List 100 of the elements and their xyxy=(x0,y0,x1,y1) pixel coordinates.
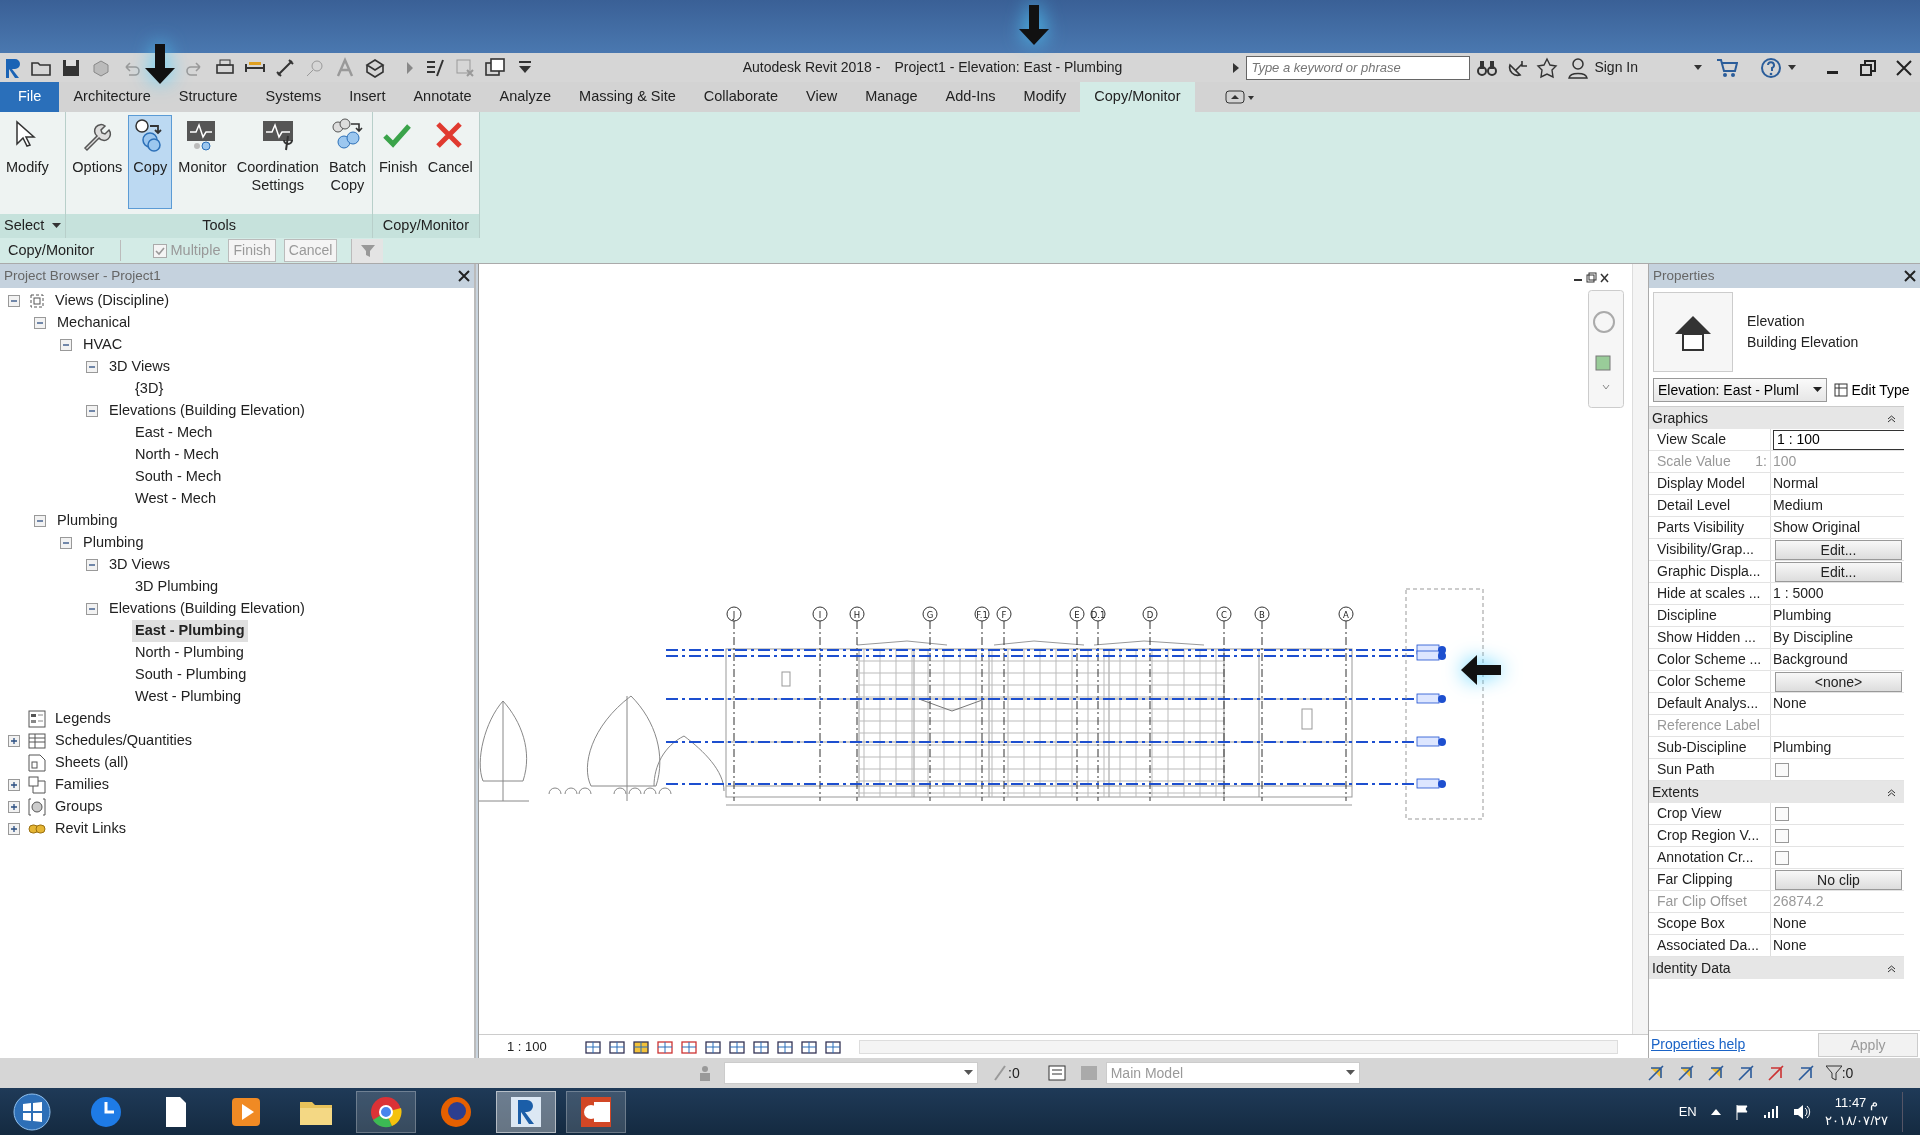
visual-style-icon[interactable] xyxy=(608,1038,625,1055)
tree-item[interactable]: East - Plumbing xyxy=(132,620,248,642)
help-icon[interactable] xyxy=(1760,56,1782,79)
tree-item[interactable]: Sheets (all) xyxy=(52,752,132,774)
tree-item[interactable]: Groups xyxy=(52,796,106,818)
tree-item[interactable]: North - Mech xyxy=(132,444,222,466)
tree-item[interactable]: HVAC xyxy=(80,334,126,356)
tree-item[interactable]: Plumbing xyxy=(54,510,121,532)
collapse-icon[interactable] xyxy=(86,559,98,571)
clock-date[interactable]: ٢٠١٨/٠٧/٢٧ xyxy=(1824,1111,1888,1130)
dimension-icon[interactable] xyxy=(274,56,296,79)
taskbar-app-button[interactable] xyxy=(496,1090,556,1133)
tree-item[interactable]: Mechanical xyxy=(54,312,134,334)
tree-item[interactable]: Schedules/Quantities xyxy=(52,730,196,752)
grid-bubble[interactable]: D xyxy=(1142,606,1158,622)
caret-icon[interactable] xyxy=(1788,64,1796,71)
ribbon-tool-button[interactable]: Finish xyxy=(375,115,422,209)
tree-item[interactable]: Revit Links xyxy=(52,818,129,840)
level-line[interactable] xyxy=(665,650,1446,661)
collapse-icon[interactable] xyxy=(34,317,46,329)
search-field[interactable]: Type a keyword or phrase xyxy=(1246,55,1471,80)
grid-line[interactable] xyxy=(1345,620,1347,802)
tree-item[interactable]: {3D} xyxy=(132,378,167,400)
collapse-chevron-icon[interactable] xyxy=(1887,787,1896,797)
temporary-hide-icon[interactable] xyxy=(728,1038,745,1055)
3d-view-icon[interactable] xyxy=(364,56,386,79)
tree-item[interactable]: 3D Views xyxy=(106,554,173,576)
collapse-icon[interactable] xyxy=(86,361,98,373)
edit-type-button[interactable]: Edit Type xyxy=(1834,379,1910,401)
grid-bubble[interactable]: I xyxy=(812,606,828,622)
tree-item[interactable]: Plumbing xyxy=(80,532,147,554)
grid-line[interactable] xyxy=(733,620,735,802)
ribbon-tool-button[interactable]: Monitor xyxy=(174,115,231,209)
collapse-icon[interactable] xyxy=(8,295,20,307)
ribbon-tab[interactable]: Architecture xyxy=(59,82,165,112)
grid-line[interactable] xyxy=(856,620,858,802)
level-line[interactable] xyxy=(665,778,1446,789)
property-value[interactable]: None xyxy=(1773,693,1807,714)
grid-bubble[interactable]: C xyxy=(1216,606,1232,622)
ribbon-tool-button[interactable]: Batch Copy xyxy=(324,115,370,209)
property-value[interactable]: Plumbing xyxy=(1773,737,1832,758)
property-value[interactable]: 1 : 5000 xyxy=(1773,583,1824,604)
property-value[interactable]: None xyxy=(1773,913,1807,934)
ribbon-tab[interactable]: Insert xyxy=(335,82,400,112)
detail-level-icon[interactable] xyxy=(584,1038,601,1055)
level-line[interactable] xyxy=(665,736,1446,747)
tree-item[interactable]: Families xyxy=(52,774,112,796)
expand-arrow-icon[interactable] xyxy=(1232,61,1241,74)
tree-item[interactable]: Elevations (Building Elevation) xyxy=(106,598,308,620)
grid-bubble[interactable]: G xyxy=(922,606,938,622)
property-button[interactable]: Edit... xyxy=(1775,539,1902,560)
network-icon[interactable] xyxy=(1762,1104,1779,1119)
property-value[interactable]: Background xyxy=(1773,649,1848,670)
collapse-icon[interactable] xyxy=(86,405,98,417)
view-window-controls-icon[interactable] xyxy=(1574,272,1610,284)
property-value[interactable]: Normal xyxy=(1773,473,1819,494)
ribbon-tab[interactable]: Analyze xyxy=(485,82,566,112)
tree-item[interactable]: 3D Plumbing xyxy=(132,576,221,598)
highlight-displacement-icon[interactable] xyxy=(824,1038,841,1055)
grid-line[interactable] xyxy=(929,620,931,802)
tree-item[interactable]: North - Plumbing xyxy=(132,642,247,664)
expand-icon[interactable] xyxy=(8,823,20,835)
clock-time[interactable]: 11:47 م xyxy=(1824,1093,1888,1112)
property-value[interactable]: Plumbing xyxy=(1773,605,1832,626)
tree-item[interactable]: West - Plumbing xyxy=(132,686,245,708)
grid-line[interactable] xyxy=(1261,620,1263,802)
grid-bubble[interactable]: H xyxy=(849,606,865,622)
type-selector[interactable]: Elevation: East - Pluml xyxy=(1653,378,1827,402)
grid-bubble[interactable]: J xyxy=(726,606,742,622)
ribbon-tab[interactable]: Collaborate xyxy=(689,82,792,112)
property-value[interactable]: By Discipline xyxy=(1773,627,1854,648)
tree-item[interactable]: 3D Views xyxy=(106,356,173,378)
level-line[interactable] xyxy=(665,644,1446,655)
property-value[interactable]: None xyxy=(1773,935,1807,956)
ribbon-tool-button[interactable]: Options xyxy=(68,115,127,209)
grid-line[interactable] xyxy=(1076,620,1078,802)
property-value[interactable]: Show Original xyxy=(1773,517,1861,538)
taskbar-app-button[interactable] xyxy=(356,1090,416,1133)
grid-line[interactable] xyxy=(1003,620,1005,802)
property-value[interactable]: Medium xyxy=(1773,495,1823,516)
app-logo-icon[interactable] xyxy=(4,56,22,79)
ribbon-tab[interactable]: Structure xyxy=(164,82,252,112)
shadows-icon[interactable] xyxy=(656,1038,673,1055)
checkbox[interactable] xyxy=(1775,806,1789,821)
tree-item[interactable]: South - Mech xyxy=(132,466,225,488)
sun-path-icon[interactable] xyxy=(632,1038,649,1055)
grid-line[interactable] xyxy=(1097,620,1099,802)
grid-line[interactable] xyxy=(819,620,821,802)
tree-item[interactable]: East - Mech xyxy=(132,422,216,444)
view-scale-label[interactable]: 1 : 100 xyxy=(507,1036,547,1057)
ribbon-tool-button[interactable]: Cancel xyxy=(423,115,477,209)
crop-view-icon[interactable] xyxy=(680,1038,697,1055)
ribbon-tool-button[interactable]: Coordination Settings xyxy=(232,115,323,209)
ribbon-tab[interactable]: Add-Ins xyxy=(931,82,1010,112)
crop-region-icon[interactable] xyxy=(704,1038,721,1055)
show-hidden-icons-icon[interactable] xyxy=(1710,1107,1721,1116)
ribbon-tab[interactable]: Manage xyxy=(851,82,932,112)
checkbox[interactable] xyxy=(1775,762,1789,777)
grid-bubble[interactable]: B xyxy=(1254,606,1270,622)
ribbon-tab[interactable]: Copy/Monitor xyxy=(1080,82,1195,112)
